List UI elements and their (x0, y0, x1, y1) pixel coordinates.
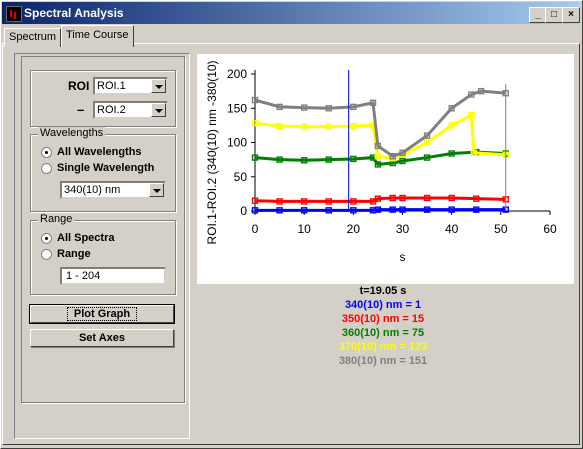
tab-time-course[interactable]: Time Course (61, 25, 134, 47)
y-axis-label: ROI.1-ROI.2 (340(10) nm -380(10) (205, 60, 219, 244)
plot-graph-button[interactable]: Plot Graph (29, 304, 175, 324)
x-tick-label: 10 (297, 222, 311, 236)
window-title: Spectral Analysis (24, 6, 124, 20)
x-tick-label: 40 (445, 222, 459, 236)
wavelength-select[interactable]: 340(10) nm (60, 181, 166, 199)
all-wavelengths-label[interactable]: All Wavelengths (57, 146, 142, 158)
range-group-label: Range (38, 213, 75, 225)
y-tick-label: 50 (234, 170, 248, 184)
roi1-select[interactable]: ROI.1 (93, 77, 168, 95)
readout-line-340: 340(10) nm = 1 (344, 299, 422, 311)
chevron-down-icon[interactable] (151, 103, 166, 117)
x-tick-label: 0 (252, 222, 259, 236)
single-wavelength-label[interactable]: Single Wavelength (57, 162, 154, 174)
range-radio[interactable] (41, 249, 52, 260)
roi2-select[interactable]: ROI.2 (93, 101, 168, 119)
plot-graph-label: Plot Graph (66, 307, 138, 321)
roi1-value: ROI.1 (97, 80, 126, 92)
all-wavelengths-radio[interactable] (41, 147, 52, 158)
x-tick-label: 20 (347, 222, 361, 236)
all-spectra-label[interactable]: All Spectra (57, 232, 114, 244)
time-readout: t=19.05 s (359, 285, 407, 297)
single-wavelength-radio[interactable] (41, 163, 52, 174)
time-course-chart[interactable]: 0 50 100 150 200 0 10 20 30 40 50 60 s ROI.1-ROI.2 (3… (197, 54, 574, 284)
minus-label: – (77, 102, 85, 117)
x-axis-label: s (400, 250, 406, 264)
y-tick-label: 0 (240, 204, 247, 218)
maximize-button[interactable]: □ (545, 7, 563, 23)
close-button[interactable]: × (562, 7, 580, 23)
all-spectra-radio[interactable] (41, 233, 52, 244)
roi-label: ROI (68, 79, 90, 93)
chart-background (197, 54, 574, 284)
range-label[interactable]: Range (57, 248, 91, 260)
y-tick-label: 150 (227, 101, 247, 115)
tab-spectrum[interactable]: Spectrum (4, 28, 62, 47)
chevron-down-icon[interactable] (149, 183, 164, 197)
wavelength-value: 340(10) nm (64, 184, 121, 196)
x-tick-label: 50 (494, 222, 508, 236)
roi2-value: ROI.2 (97, 104, 126, 116)
chevron-down-icon[interactable] (151, 79, 166, 93)
readout-line-370: 370(10) nm = 123 (338, 341, 428, 353)
readout-line-360: 360(10) nm = 75 (341, 327, 425, 339)
x-tick-label: 60 (543, 222, 557, 236)
app-icon (6, 6, 22, 22)
title-bar[interactable]: Spectral Analysis _ □ × (2, 2, 580, 24)
readout-line-350: 350(10) nm = 15 (341, 313, 425, 325)
x-tick-label: 30 (396, 222, 410, 236)
y-tick-label: 200 (227, 67, 247, 81)
wavelengths-group-label: Wavelengths (38, 127, 106, 139)
set-axes-button[interactable]: Set Axes (30, 329, 174, 347)
y-tick-label: 100 (227, 136, 247, 150)
readout-line-380: 380(10) nm = 151 (338, 355, 428, 367)
range-input[interactable]: 1 - 204 (60, 267, 166, 285)
